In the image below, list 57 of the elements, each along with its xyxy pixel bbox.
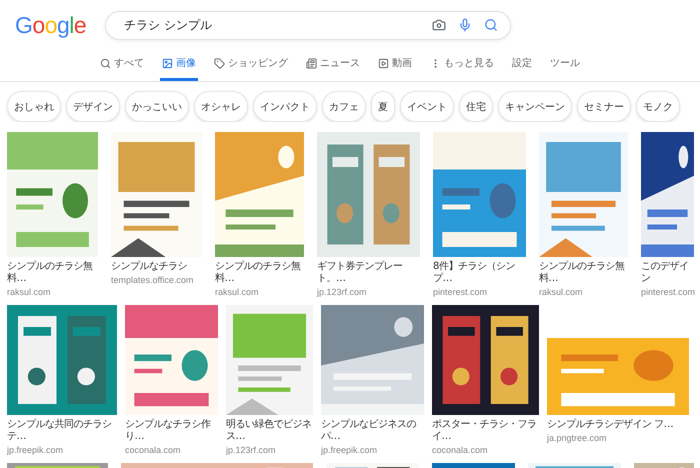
- result-title[interactable]: シンプルな共同のチラシテ…: [7, 419, 117, 443]
- filter-chip[interactable]: オシャレ: [194, 91, 248, 122]
- filter-chip[interactable]: 住宅: [459, 91, 493, 122]
- search-icon[interactable]: [484, 18, 498, 32]
- camera-icon[interactable]: [432, 18, 446, 32]
- search-tab[interactable]: ニュース: [304, 52, 362, 81]
- search-input[interactable]: チラシ シンプル: [122, 17, 420, 33]
- search-tab[interactable]: ショッピング: [212, 52, 290, 81]
- filter-chip[interactable]: 夏: [371, 91, 395, 122]
- result-source: jp.123rf.com: [317, 287, 368, 297]
- filter-chip[interactable]: カフェ: [322, 91, 366, 122]
- filter-chip[interactable]: おしゃれ: [7, 91, 61, 122]
- search-icon: [100, 58, 111, 68]
- filter-chip[interactable]: イベント: [400, 91, 454, 122]
- result-title[interactable]: シンプルのチラシ無料…: [539, 261, 628, 285]
- tag-icon: [214, 58, 225, 68]
- image-icon: [162, 58, 173, 68]
- result-source: ja.pngtree.com: [547, 433, 608, 443]
- filter-chip[interactable]: インパクト: [253, 91, 317, 122]
- result-source: pinterest.com: [433, 287, 488, 297]
- result-title[interactable]: シンプルのチラシ無料…: [7, 261, 98, 285]
- search-tab[interactable]: 動画: [376, 52, 414, 81]
- search-tab[interactable]: 画像: [160, 52, 198, 81]
- search-tab[interactable]: すべて: [98, 52, 146, 81]
- filter-chip[interactable]: デザイン: [66, 91, 120, 122]
- result-source: jp.freepik.com: [7, 445, 64, 455]
- result-title[interactable]: ギフト券テンプレート。…: [317, 261, 420, 285]
- result-source: coconala.com: [125, 445, 182, 455]
- result-title[interactable]: シンプルチラシデザイン フ…: [547, 419, 689, 431]
- search-field[interactable]: チラシ シンプル: [105, 10, 512, 40]
- search-tab[interactable]: もっと見る: [428, 52, 496, 81]
- result-title[interactable]: シンプルなビジネスのパ…: [321, 419, 424, 443]
- microphone-icon[interactable]: [458, 18, 472, 32]
- google-logo[interactable]: Google: [12, 8, 90, 42]
- filter-chip[interactable]: セミナー: [577, 91, 631, 122]
- result-source: templates.office.com: [111, 275, 194, 285]
- result-source: coconala.com: [432, 445, 489, 455]
- result-title[interactable]: シンプルなチラシ作り…: [125, 419, 218, 443]
- result-title[interactable]: 明るい緑色でビジネス…: [226, 419, 313, 443]
- newspaper-icon: [306, 58, 317, 68]
- result-title[interactable]: このデザイン: [641, 261, 694, 285]
- result-source: raksul.com: [215, 287, 260, 297]
- result-source: raksul.com: [7, 287, 52, 297]
- result-title[interactable]: ポスター・チラシ・フライ…: [432, 419, 539, 443]
- filter-chip[interactable]: かっこいい: [125, 91, 189, 122]
- result-source: pinterest.com: [641, 287, 694, 297]
- result-source: jp.123rf.com: [226, 445, 277, 455]
- result-title[interactable]: シンプルなチラシ: [111, 261, 202, 273]
- filter-chip[interactable]: キャンペーン: [498, 91, 572, 122]
- result-source: raksul.com: [539, 287, 584, 297]
- play-icon: [378, 58, 389, 68]
- result-title[interactable]: 8件】チラシ（シンプ…: [433, 261, 526, 285]
- search-tab[interactable]: 設定: [510, 52, 534, 81]
- result-source: jp.freepik.com: [321, 445, 378, 455]
- filter-chip[interactable]: モノク: [636, 91, 680, 122]
- result-title[interactable]: シンプルのチラシ無料…: [215, 261, 304, 285]
- search-tab[interactable]: ツール: [548, 52, 582, 81]
